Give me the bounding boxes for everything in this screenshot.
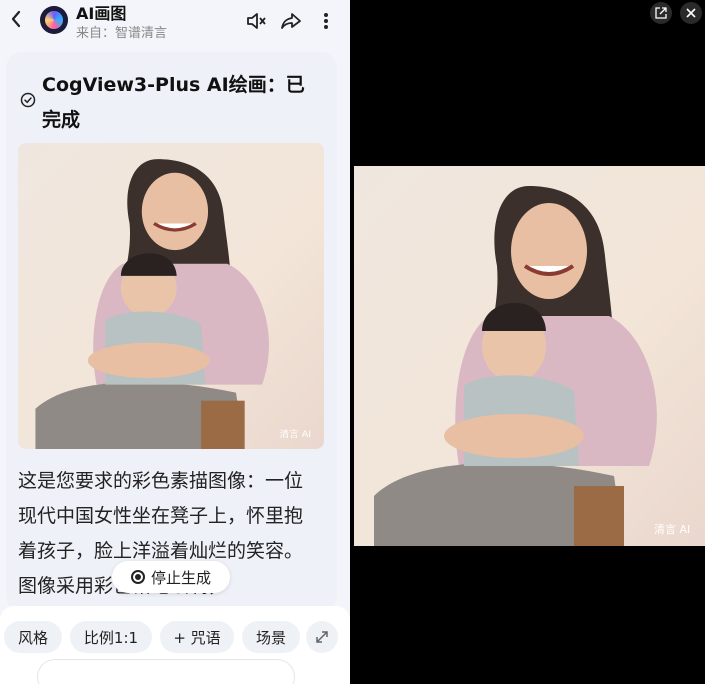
watermark-text: 清言 AI bbox=[280, 428, 312, 440]
chip-label: 场景 bbox=[255, 628, 286, 647]
open-external-icon[interactable] bbox=[650, 2, 672, 24]
chat-subtitle: 来自：智谱清言 bbox=[76, 26, 168, 41]
chip-scene[interactable]: 场景 bbox=[242, 621, 300, 653]
message-input[interactable] bbox=[38, 660, 294, 684]
expand-icon[interactable] bbox=[306, 621, 338, 653]
stop-generation-label: 停止生成 bbox=[150, 568, 211, 587]
top-bar: AI画图 来自：智谱清言 bbox=[0, 0, 350, 42]
chip-label: 比例1:1 bbox=[83, 628, 139, 647]
chip-label: 风格 bbox=[17, 628, 48, 647]
watermark-text: 清言 AI bbox=[654, 523, 690, 536]
close-icon[interactable] bbox=[680, 2, 702, 24]
stop-generation-button[interactable]: 停止生成 bbox=[112, 561, 230, 593]
mute-icon[interactable] bbox=[245, 10, 267, 32]
bot-avatar[interactable] bbox=[40, 6, 68, 34]
suggestion-bar: 风格 比例1:1 + 咒语 场景 bbox=[0, 606, 350, 684]
chip-ratio[interactable]: 比例1:1 bbox=[70, 621, 152, 653]
card-title: CogView3-Plus AI绘画：已完成 bbox=[42, 74, 305, 131]
generated-image-full[interactable]: 清言 AI bbox=[354, 166, 705, 546]
stop-icon bbox=[130, 570, 145, 584]
chip-prompt[interactable]: + 咒语 bbox=[160, 621, 234, 653]
chat-title: AI画图 bbox=[76, 4, 127, 23]
image-viewer: 清言 AI bbox=[354, 0, 705, 684]
back-icon[interactable] bbox=[6, 8, 26, 30]
chip-style[interactable]: 风格 bbox=[4, 621, 62, 653]
share-icon[interactable] bbox=[280, 10, 302, 32]
check-circle-icon bbox=[20, 92, 36, 108]
chat-panel: AI画图 来自：智谱清言 CogView3-Plus AI绘画：已完成 清言 A… bbox=[0, 0, 350, 684]
more-icon[interactable] bbox=[315, 10, 337, 32]
chip-label: + 咒语 bbox=[173, 628, 221, 647]
generated-image-thumbnail[interactable]: 清言 AI bbox=[18, 143, 324, 449]
